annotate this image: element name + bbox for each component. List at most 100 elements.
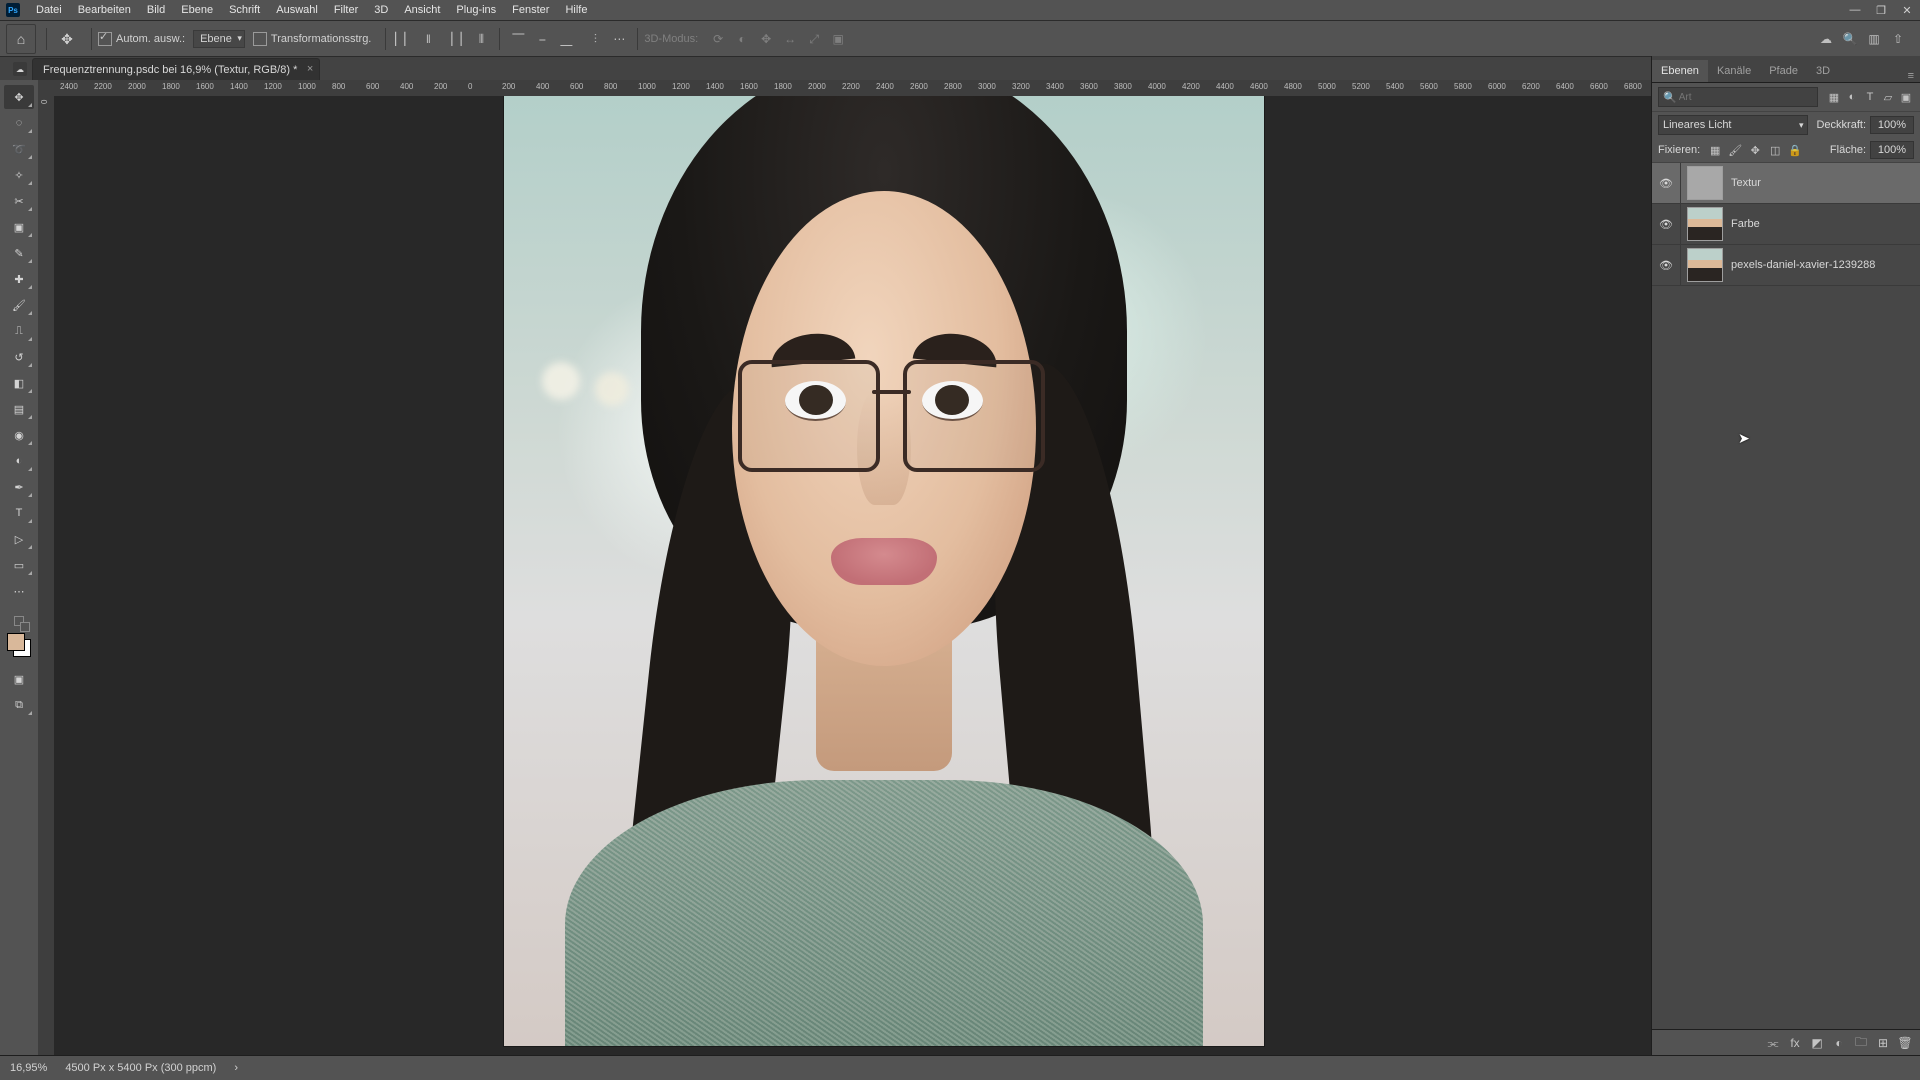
lasso-tool[interactable]: ➰: [4, 137, 34, 161]
menu-3d[interactable]: 3D: [366, 0, 396, 20]
window-restore-button[interactable]: ❐: [1868, 0, 1894, 20]
lock-artboard-icon[interactable]: ◫: [1766, 141, 1784, 159]
lock-position-icon[interactable]: ✥: [1746, 141, 1764, 159]
layer-thumbnail[interactable]: [1687, 166, 1723, 200]
cloud-docs-icon[interactable]: ☁: [1817, 30, 1835, 48]
vertical-ruler[interactable]: 0: [38, 96, 55, 1056]
blend-mode-dropdown[interactable]: Lineares Licht: [1658, 115, 1808, 135]
zoom-level[interactable]: 16,95%: [10, 1062, 47, 1074]
document-dimensions[interactable]: 4500 Px x 5400 Px (300 ppcm): [65, 1062, 216, 1074]
tab-kanaele[interactable]: Kanäle: [1708, 60, 1760, 82]
layer-visibility-icon[interactable]: 👁: [1652, 245, 1681, 285]
canvas-viewport[interactable]: [54, 96, 1652, 1056]
document-tab[interactable]: ☁ Frequenztrennung.psdc bei 16,9% (Textu…: [32, 58, 320, 81]
lock-all-icon[interactable]: 🔒: [1786, 141, 1804, 159]
magic-wand-tool[interactable]: ✧: [4, 163, 34, 187]
default-colors-icon[interactable]: [14, 616, 25, 627]
opacity-input[interactable]: 100%: [1870, 116, 1914, 134]
layer-row[interactable]: 👁 Textur: [1652, 163, 1920, 204]
menu-ebene[interactable]: Ebene: [173, 0, 221, 20]
filter-adjust-icon[interactable]: ◐: [1844, 89, 1860, 105]
filter-smart-icon[interactable]: ▣: [1898, 89, 1914, 105]
ruler-origin[interactable]: [38, 80, 55, 97]
window-close-button[interactable]: ✕: [1894, 0, 1920, 20]
path-select-tool[interactable]: ▷: [4, 527, 34, 551]
horizontal-ruler[interactable]: 2400220020001800160014001200100080060040…: [54, 80, 1652, 97]
tab-3d[interactable]: 3D: [1807, 60, 1839, 82]
lock-pixels-icon[interactable]: 🖌: [1726, 141, 1744, 159]
delete-layer-icon[interactable]: 🗑: [1896, 1034, 1914, 1052]
link-layers-icon[interactable]: ⫘: [1764, 1034, 1782, 1052]
brush-tool[interactable]: 🖌: [4, 293, 34, 317]
layer-name[interactable]: Textur: [1731, 177, 1761, 189]
eraser-tool[interactable]: ◧: [4, 371, 34, 395]
filter-type-icon[interactable]: T: [1862, 89, 1878, 105]
panel-menu-icon[interactable]: ≡: [1908, 70, 1914, 82]
more-align-icon[interactable]: ⋯: [610, 30, 628, 48]
layer-mask-icon[interactable]: ◩: [1808, 1034, 1826, 1052]
layer-row[interactable]: 👁 pexels-daniel-xavier-1239288: [1652, 245, 1920, 286]
auto-select-checkbox[interactable]: [98, 32, 112, 46]
group-layers-icon[interactable]: 🗀: [1852, 1034, 1870, 1052]
filter-shape-icon[interactable]: ▱: [1880, 89, 1896, 105]
blur-tool[interactable]: ◉: [4, 423, 34, 447]
new-layer-icon[interactable]: ⊞: [1874, 1034, 1892, 1052]
healing-brush-tool[interactable]: ✚: [4, 267, 34, 291]
screen-mode-tool[interactable]: ⧉: [4, 693, 34, 717]
transform-controls-checkbox[interactable]: [253, 32, 267, 46]
frame-tool[interactable]: ▣: [4, 215, 34, 239]
tab-ebenen[interactable]: Ebenen: [1652, 60, 1708, 82]
tab-pfade[interactable]: Pfade: [1760, 60, 1807, 82]
filter-pixel-icon[interactable]: ▦: [1826, 89, 1842, 105]
layer-name[interactable]: pexels-daniel-xavier-1239288: [1731, 259, 1875, 271]
menu-schrift[interactable]: Schrift: [221, 0, 268, 20]
menu-ansicht[interactable]: Ansicht: [396, 0, 448, 20]
layer-style-icon[interactable]: fx: [1786, 1034, 1804, 1052]
gradient-tool[interactable]: ▤: [4, 397, 34, 421]
foreground-color-swatch[interactable]: [7, 633, 25, 651]
menu-bild[interactable]: Bild: [139, 0, 173, 20]
home-icon[interactable]: ⌂: [6, 24, 36, 54]
status-more-icon[interactable]: ›: [234, 1062, 238, 1074]
document-canvas[interactable]: [504, 96, 1264, 1046]
share-icon[interactable]: ⇧: [1889, 30, 1907, 48]
move-tool[interactable]: ✥: [4, 85, 34, 109]
menu-bearbeiten[interactable]: Bearbeiten: [70, 0, 139, 20]
clone-stamp-tool[interactable]: ⎍: [4, 319, 34, 343]
align-right-icon[interactable]: ▕▕: [443, 30, 461, 48]
marquee-tool[interactable]: ◌: [4, 111, 34, 135]
align-hcenter-icon[interactable]: ‖: [419, 30, 437, 48]
pen-tool[interactable]: ✒: [4, 475, 34, 499]
shape-tool[interactable]: ▭: [4, 553, 34, 577]
move-tool-presets-icon[interactable]: ✥: [53, 25, 81, 53]
distribute-v-icon[interactable]: ⫶: [586, 30, 604, 48]
layer-filter-dropdown[interactable]: 🔍: [1658, 87, 1818, 107]
lock-transparency-icon[interactable]: ▦: [1706, 141, 1724, 159]
eyedropper-tool[interactable]: ✎: [4, 241, 34, 265]
history-brush-tool[interactable]: ↺: [4, 345, 34, 369]
dodge-tool[interactable]: ◐: [4, 449, 34, 473]
menu-plugins[interactable]: Plug-ins: [448, 0, 504, 20]
menu-fenster[interactable]: Fenster: [504, 0, 557, 20]
menu-datei[interactable]: Datei: [28, 0, 70, 20]
color-swatch[interactable]: [7, 633, 31, 657]
layer-thumbnail[interactable]: [1687, 248, 1723, 282]
window-minimize-button[interactable]: —: [1842, 0, 1868, 20]
layer-thumbnail[interactable]: [1687, 207, 1723, 241]
tab-close-icon[interactable]: ×: [307, 63, 313, 75]
adjustment-layer-icon[interactable]: ◐: [1830, 1034, 1848, 1052]
menu-filter[interactable]: Filter: [326, 0, 366, 20]
menu-hilfe[interactable]: Hilfe: [557, 0, 595, 20]
crop-tool[interactable]: ✂: [4, 189, 34, 213]
auto-select-target-dropdown[interactable]: Ebene: [193, 30, 245, 48]
distribute-h-icon[interactable]: ⫴: [472, 30, 490, 48]
align-left-icon[interactable]: ▏▏: [395, 30, 413, 48]
edit-toolbar-tool[interactable]: ⋯: [4, 579, 34, 603]
quick-mask-tool[interactable]: ▣: [4, 667, 34, 691]
fill-input[interactable]: 100%: [1870, 141, 1914, 159]
layer-visibility-icon[interactable]: 👁: [1652, 163, 1681, 203]
layer-row[interactable]: 👁Farbe: [1652, 204, 1920, 245]
search-icon[interactable]: 🔍: [1841, 30, 1859, 48]
align-top-icon[interactable]: ⎺: [509, 30, 527, 48]
align-bottom-icon[interactable]: ⎽: [557, 30, 575, 48]
